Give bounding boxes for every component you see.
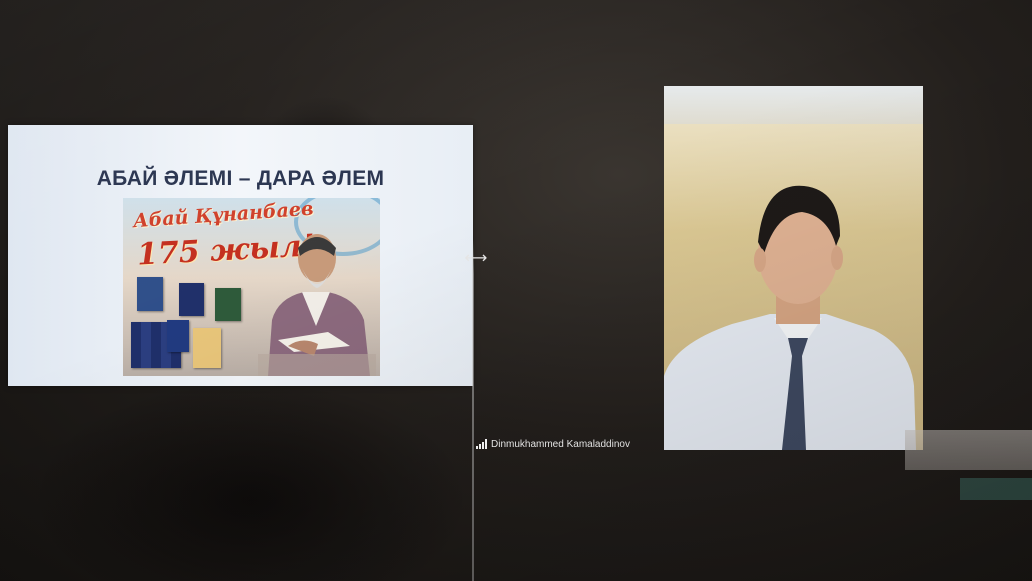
background-object [960,478,1032,500]
book-cover [193,328,221,368]
panel-divider[interactable] [472,240,474,581]
slide-title: АБАЙ ӘЛЕМІ – ДАРА ӘЛЕМ [96,167,385,190]
participant-name: Dinmukhammed Kamaladdinov [491,438,630,450]
signal-bars-icon [476,439,487,449]
resize-handle-icon[interactable]: ⟷ [464,248,488,268]
participant-name-label: Dinmukhammed Kamaladdinov [476,436,630,452]
book-cover [179,283,204,316]
book-cover [215,288,241,321]
background-furniture [905,430,1032,470]
participant-video[interactable] [664,86,923,450]
book-cover [137,277,163,311]
book-cover [167,320,189,352]
shared-slide: АБАЙ ӘЛЕМІ – ДАРА ӘЛЕМ Абай Құнанбаев 17… [8,125,473,386]
participant-figure [664,185,916,450]
shadow-reflection-body [30,380,470,580]
poster-image: Абай Құнанбаев 175 жыл! [123,198,380,376]
abai-portrait [258,234,376,376]
